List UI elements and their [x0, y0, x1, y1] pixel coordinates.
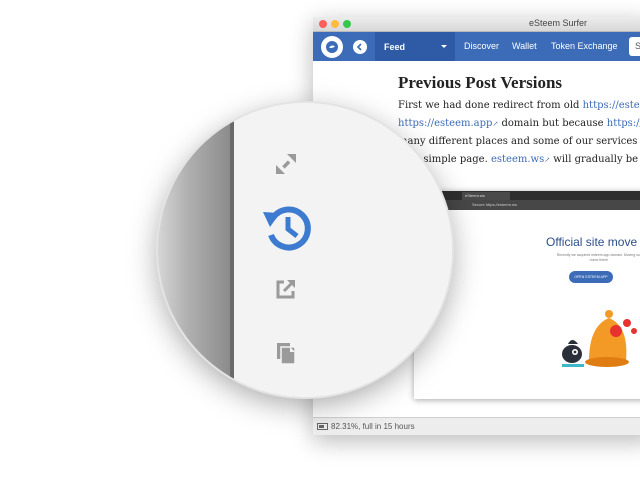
nav-token-exchange[interactable]: Token Exchange [551, 41, 618, 51]
nav-wallet[interactable]: Wallet [512, 41, 537, 51]
open-esteem-app-button: OPEN ESTEEM.APP [569, 271, 613, 283]
search-input[interactable]: S [629, 37, 640, 56]
esteem-logo-icon[interactable] [321, 35, 343, 58]
copy-icon[interactable] [275, 341, 297, 365]
feed-dropdown[interactable]: Feed [375, 32, 455, 61]
post-title: Previous Post Versions [398, 73, 563, 92]
battery-status: 82.31%, full in 15 hours [331, 422, 415, 431]
back-icon[interactable] [353, 39, 367, 54]
title-bar: eSteem Surfer [313, 17, 640, 32]
top-navbar: Feed Discover Wallet Token Exchange S [313, 32, 640, 61]
status-bar: 82.31%, full in 15 hours [313, 417, 640, 435]
notification-bell-illustration [562, 310, 637, 367]
external-link-icon[interactable] [275, 278, 297, 300]
nav-discover[interactable]: Discover [464, 41, 499, 51]
link[interactable]: https://este [607, 118, 640, 129]
site-moved-subtext: Recently we acquired esteem.app domain. … [556, 253, 640, 262]
expand-icon[interactable] [274, 152, 298, 176]
site-moved-heading: Official site move [546, 235, 638, 249]
chevron-down-icon [441, 45, 447, 48]
magnifier-lens [158, 103, 452, 397]
feed-label: Feed [384, 41, 406, 52]
link[interactable]: https://esteem.ws [583, 100, 640, 111]
browser-tab: eSteem.ws [462, 192, 510, 200]
window-title: eSteem Surfer [528, 18, 588, 28]
magnified-dark-panel [158, 103, 232, 397]
link[interactable]: esteem.ws [491, 154, 544, 165]
battery-icon [317, 423, 328, 431]
history-icon[interactable] [260, 201, 314, 255]
